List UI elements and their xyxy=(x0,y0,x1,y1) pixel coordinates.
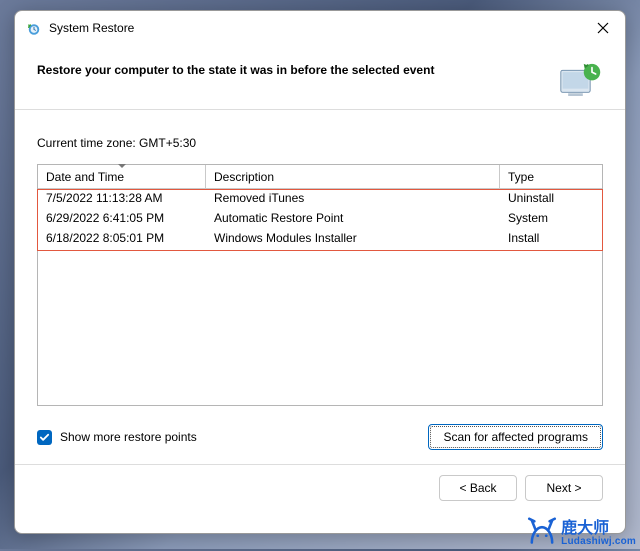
table-row[interactable]: 6/18/2022 8:05:01 PM Windows Modules Ins… xyxy=(38,229,602,249)
col-type-label: Type xyxy=(508,170,534,184)
back-button[interactable]: < Back xyxy=(439,475,517,501)
col-date-time[interactable]: Date and Time xyxy=(38,165,206,188)
col-date-time-label: Date and Time xyxy=(46,170,124,184)
restore-points-table[interactable]: Date and Time Description Type 7/5/2022 … xyxy=(37,164,603,406)
footer-buttons: < Back Next > xyxy=(37,475,603,501)
watermark: 鹿大师 Ludashiwj.com xyxy=(525,517,636,547)
watermark-url: Ludashiwj.com xyxy=(561,537,636,547)
table-header: Date and Time Description Type xyxy=(38,165,602,189)
cell-type: Install xyxy=(500,229,602,249)
sort-desc-icon xyxy=(118,164,126,168)
scan-affected-label: Scan for affected programs xyxy=(443,430,588,444)
table-row[interactable]: 7/5/2022 11:13:28 AM Removed iTunes Unin… xyxy=(38,189,602,209)
cell-type: System xyxy=(500,209,602,229)
table-row[interactable]: 6/29/2022 6:41:05 PM Automatic Restore P… xyxy=(38,209,602,229)
cell-datetime: 6/29/2022 6:41:05 PM xyxy=(38,209,206,229)
system-restore-icon xyxy=(25,19,43,37)
col-description[interactable]: Description xyxy=(206,165,500,188)
cell-description: Automatic Restore Point xyxy=(206,209,500,229)
check-icon xyxy=(39,432,50,443)
next-button[interactable]: Next > xyxy=(525,475,603,501)
titlebar: System Restore xyxy=(15,11,625,45)
next-label: Next > xyxy=(546,481,581,495)
cell-description: Removed iTunes xyxy=(206,189,500,209)
close-icon xyxy=(597,22,609,34)
show-more-label: Show more restore points xyxy=(60,430,197,444)
content-area: Restore your computer to the state it wa… xyxy=(15,45,625,533)
timezone-label: Current time zone: GMT+5:30 xyxy=(37,136,603,150)
window-title: System Restore xyxy=(49,21,585,35)
watermark-cn: 鹿大师 xyxy=(561,521,636,537)
close-button[interactable] xyxy=(585,14,621,42)
back-label: < Back xyxy=(459,481,496,495)
restore-hero-icon xyxy=(559,63,603,99)
divider xyxy=(15,464,625,465)
divider xyxy=(15,109,625,110)
show-more-checkbox[interactable] xyxy=(37,430,52,445)
options-row: Show more restore points Scan for affect… xyxy=(37,424,603,450)
page-heading: Restore your computer to the state it wa… xyxy=(37,63,547,77)
system-restore-window: System Restore Restore your computer to … xyxy=(14,10,626,534)
scan-affected-button[interactable]: Scan for affected programs xyxy=(428,424,603,450)
col-description-label: Description xyxy=(214,170,274,184)
col-type[interactable]: Type xyxy=(500,165,602,188)
watermark-text: 鹿大师 Ludashiwj.com xyxy=(561,521,636,547)
cell-type: Uninstall xyxy=(500,189,602,209)
header-row: Restore your computer to the state it wa… xyxy=(37,63,603,99)
watermark-logo-icon xyxy=(525,517,559,547)
cell-datetime: 6/18/2022 8:05:01 PM xyxy=(38,229,206,249)
table-body: 7/5/2022 11:13:28 AM Removed iTunes Unin… xyxy=(38,189,602,249)
cell-datetime: 7/5/2022 11:13:28 AM xyxy=(38,189,206,209)
cell-description: Windows Modules Installer xyxy=(206,229,500,249)
